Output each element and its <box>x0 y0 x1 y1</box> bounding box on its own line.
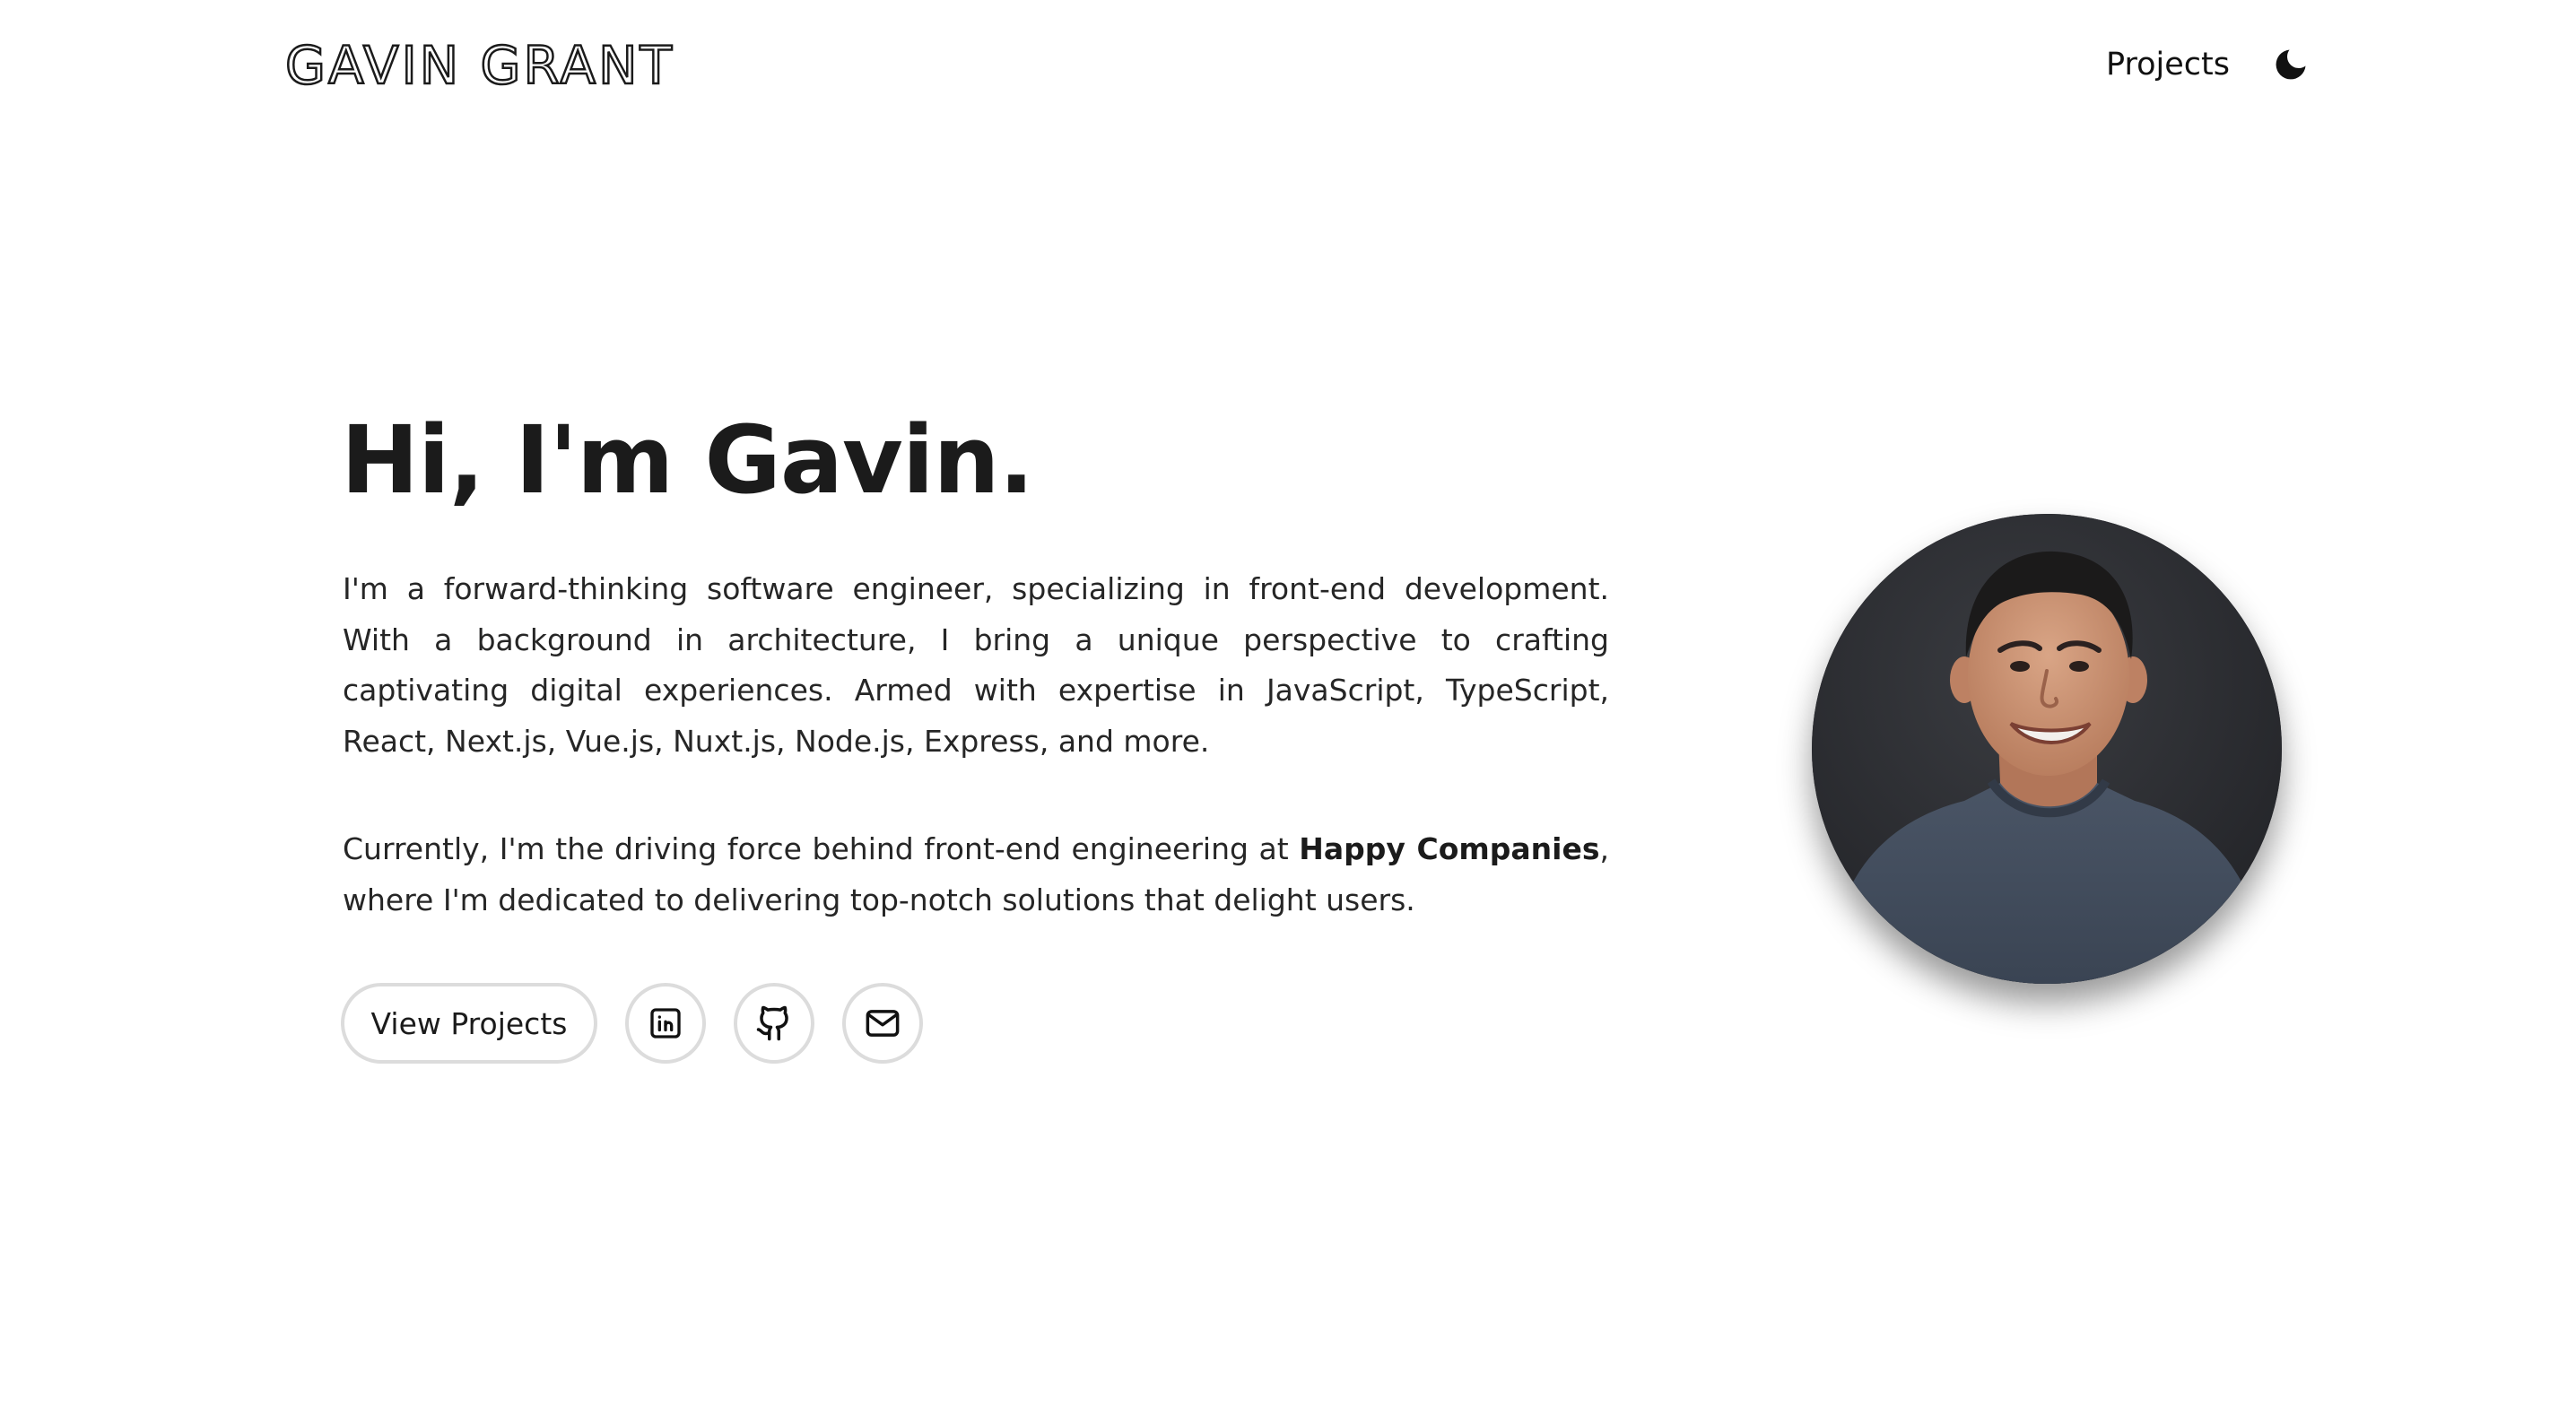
github-button[interactable] <box>734 983 814 1064</box>
moon-icon <box>2276 49 2306 80</box>
linkedin-icon <box>650 1008 681 1039</box>
current-role-paragraph: Currently, I'm the driving force behind … <box>343 824 1609 926</box>
intro-paragraph: I'm a forward-thinking software engineer… <box>343 571 1609 759</box>
page: GAVIN GRANT Projects Hi, I'm Gavin. I'm … <box>0 0 2576 1408</box>
profile-photo <box>1812 514 2282 984</box>
company-name: Happy Companies <box>1299 831 1600 866</box>
current-role-text-start: Currently, I'm the driving force behind … <box>343 831 1300 866</box>
view-projects-button[interactable]: View Projects <box>341 983 597 1064</box>
theme-toggle-button[interactable] <box>2267 41 2314 88</box>
nav-link-projects[interactable]: Projects <box>2106 41 2230 88</box>
linkedin-button[interactable] <box>625 983 706 1064</box>
github-icon <box>756 1005 788 1041</box>
site-logo[interactable]: GAVIN GRANT <box>284 32 674 99</box>
mail-icon <box>866 1010 900 1037</box>
hero-title: Hi, I'm Gavin. <box>341 405 1034 515</box>
email-button[interactable] <box>842 983 923 1064</box>
